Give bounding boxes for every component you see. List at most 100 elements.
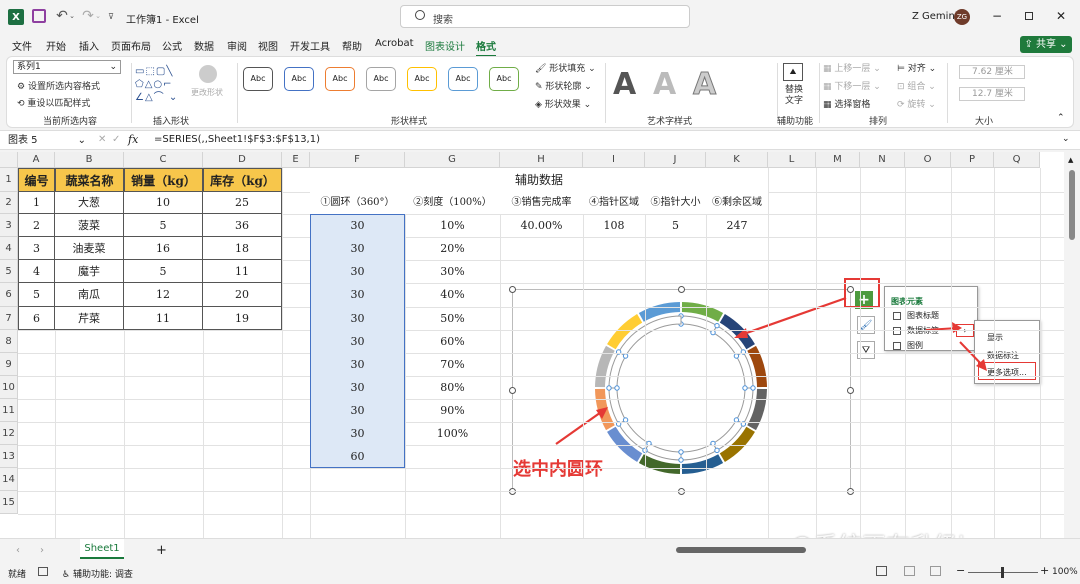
row-header-5[interactable]: 5 (0, 260, 18, 283)
page-layout-view-icon[interactable] (904, 566, 915, 576)
column-header-b[interactable]: B (55, 152, 124, 168)
column-header-d[interactable]: D (203, 152, 282, 168)
column-header-c[interactable]: C (124, 152, 203, 168)
column-header-k[interactable]: K (706, 152, 768, 168)
row-header-7[interactable]: 7 (0, 307, 18, 330)
chart-element-dropdown[interactable]: 系列1 ⌄ (13, 60, 121, 74)
align-button[interactable]: ⊨ 对齐 ⌄ (897, 61, 936, 74)
shape-fill-button[interactable]: 🖌 形状填充 ⌄ (535, 61, 596, 74)
inner-ring-segment[interactable] (735, 351, 754, 389)
table-cell[interactable]: 菠菜 (55, 214, 124, 237)
tab-insert[interactable]: 插入 (79, 38, 99, 53)
pointer-area-cell[interactable]: 108 (583, 214, 645, 237)
bring-forward-button[interactable]: ▦ 上移一层 ⌄ (823, 61, 881, 74)
restore-icon[interactable] (1022, 9, 1036, 23)
scale-value-cell[interactable]: 30% (405, 260, 500, 283)
avatar[interactable]: ZG (954, 9, 970, 25)
name-box[interactable]: 图表 5 ⌄ (4, 133, 88, 148)
table-cell[interactable]: 11 (124, 307, 203, 330)
send-backward-button[interactable]: ▦ 下移一层 ⌄ (823, 79, 881, 92)
row-header-13[interactable]: 13 (0, 445, 18, 468)
shapes-gallery[interactable]: ▭⬚▢╲ ⬠△○⌐ ∠△⌒ ⌄ (135, 65, 187, 107)
menu-item-legend[interactable]: 图例 (893, 340, 923, 351)
wordart-style-3[interactable]: A (692, 67, 716, 103)
ring-value-cell[interactable]: 30 (310, 399, 405, 422)
zoom-level[interactable]: 100% (1052, 567, 1078, 577)
rotate-button[interactable]: ⟳ 旋转 ⌄ (897, 97, 936, 110)
tab-page-layout[interactable]: 页面布局 (111, 38, 151, 53)
tab-formulas[interactable]: 公式 (162, 38, 182, 53)
series-point-handle[interactable] (678, 457, 684, 463)
cancel-icon[interactable]: ✕ (98, 134, 106, 145)
column-header-e[interactable]: E (282, 152, 310, 168)
shape-style-swatch[interactable]: Abc (284, 67, 314, 91)
column-header-m[interactable]: M (816, 152, 860, 168)
column-header-p[interactable]: P (951, 152, 994, 168)
width-input[interactable]: 12.7 厘米 (959, 87, 1025, 101)
column-header-f[interactable]: F (310, 152, 405, 168)
series-point-handle[interactable] (733, 353, 740, 359)
pointer-size-cell[interactable]: 5 (645, 214, 706, 237)
reset-style-button[interactable]: ⟲ 重设以匹配样式 (17, 96, 90, 109)
remaining-cell[interactable]: 247 (706, 214, 768, 237)
accessibility-status[interactable]: ♿ 辅助功能: 调查 (62, 567, 133, 580)
ring-value-cell[interactable]: 30 (310, 260, 405, 283)
search-box[interactable]: 搜索 (400, 5, 690, 28)
format-selection-button[interactable]: ⚙ 设置所选内容格式 (17, 79, 100, 92)
redo-dropdown-icon[interactable]: ⌄ (94, 9, 102, 23)
table-cell[interactable]: 1 (18, 192, 55, 214)
change-shape-button[interactable]: 更改形状 (191, 87, 223, 98)
row-header-2[interactable]: 2 (0, 192, 18, 214)
table-cell[interactable]: 18 (203, 237, 282, 260)
scale-value-cell[interactable]: 40% (405, 283, 500, 307)
shape-outline-button[interactable]: ✎ 形状轮廓 ⌄ (535, 79, 592, 92)
ring-value-cell[interactable]: 30 (310, 353, 405, 376)
minimize-icon[interactable]: − (990, 9, 1004, 23)
table-cell[interactable]: 油麦菜 (55, 237, 124, 260)
submenu-data-callout[interactable]: 数据标注 (987, 350, 1019, 361)
aux-header-cell[interactable]: ⑤指针大小 (645, 192, 706, 214)
row-header-3[interactable]: 3 (0, 214, 18, 237)
column-header-g[interactable]: G (405, 152, 500, 168)
table-cell[interactable]: 5 (124, 214, 203, 237)
shape-style-swatch[interactable]: Abc (243, 67, 273, 91)
prev-sheet-icon[interactable]: ‹ (16, 545, 20, 556)
table-cell[interactable]: 南瓜 (55, 283, 124, 307)
table-cell[interactable]: 10 (124, 192, 203, 214)
shape-style-swatch[interactable]: Abc (489, 67, 519, 91)
tab-review[interactable]: 审阅 (227, 38, 247, 53)
table-cell[interactable]: 大葱 (55, 192, 124, 214)
customize-toolbar-icon[interactable]: ⊽ (106, 9, 116, 23)
ring-value-cell[interactable]: 60 (310, 445, 405, 468)
shape-style-gallery[interactable]: Abc Abc Abc Abc Abc Abc Abc (243, 67, 533, 99)
close-icon[interactable]: ✕ (1054, 9, 1068, 23)
tab-chart-design[interactable]: 图表设计 (425, 38, 465, 53)
scale-value-cell[interactable]: 20% (405, 237, 500, 260)
ring-value-cell[interactable]: 30 (310, 307, 405, 330)
series-point-handle[interactable] (714, 322, 720, 329)
tab-data[interactable]: 数据 (194, 38, 214, 53)
scale-value-cell[interactable]: 50% (405, 307, 500, 330)
column-header-l[interactable]: L (768, 152, 816, 168)
column-header-a[interactable]: A (18, 152, 55, 168)
shape-style-swatch[interactable]: Abc (407, 67, 437, 91)
macro-record-icon[interactable] (38, 567, 48, 576)
scale-value-cell[interactable]: 90% (405, 399, 500, 422)
table-cell[interactable]: 4 (18, 260, 55, 283)
ring-value-cell[interactable]: 30 (310, 283, 405, 307)
table-cell[interactable]: 芹菜 (55, 307, 124, 330)
shape-style-swatch[interactable]: Abc (325, 67, 355, 91)
series-point-handle[interactable] (750, 385, 756, 391)
group-button[interactable]: ⊡ 组合 ⌄ (897, 79, 936, 92)
series-point-handle[interactable] (710, 329, 716, 336)
column-header-o[interactable]: O (905, 152, 951, 168)
wordart-style-1[interactable]: A (613, 67, 636, 102)
height-input[interactable]: 7.62 厘米 (959, 65, 1025, 79)
selection-pane-button[interactable]: ▦ 选择窗格 (823, 97, 870, 110)
row-header-11[interactable]: 11 (0, 399, 18, 422)
column-header-j[interactable]: J (645, 152, 706, 168)
insert-function-icon[interactable]: fx (128, 133, 138, 146)
row-header-8[interactable]: 8 (0, 330, 18, 353)
submenu-show[interactable]: 显示 (987, 332, 1003, 343)
tab-home[interactable]: 开始 (46, 38, 66, 53)
